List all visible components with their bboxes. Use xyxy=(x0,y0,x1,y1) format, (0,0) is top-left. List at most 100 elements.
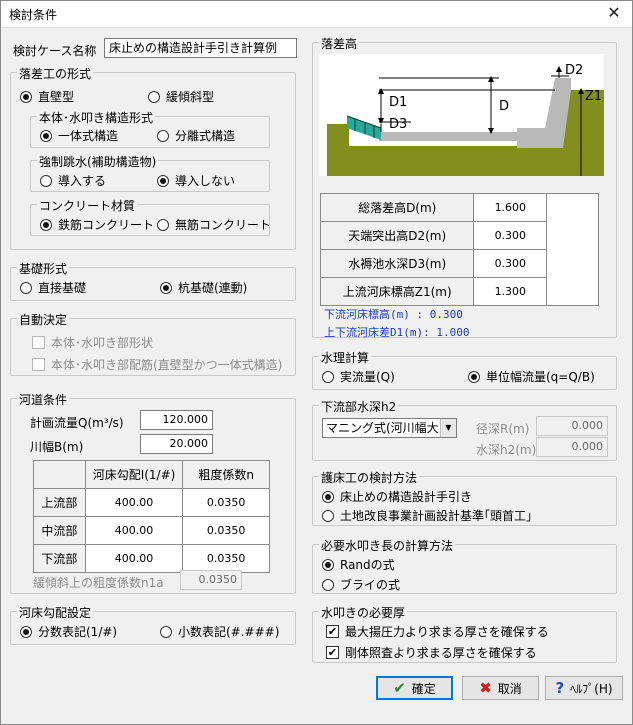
table-header: 粗度係数n xyxy=(182,460,270,489)
select-value: マニング式(河川幅大) xyxy=(326,421,444,435)
radio-label: 一体式構造 xyxy=(58,129,119,143)
radio-label: 杭基礎(連動) xyxy=(178,281,248,295)
radio-dot xyxy=(148,90,160,103)
radio-label: 緩傾斜型 xyxy=(166,90,215,104)
close-icon[interactable]: ✕ xyxy=(601,2,627,24)
roughness-cell[interactable]: 0.0350 xyxy=(182,488,270,517)
radio-unit-flow[interactable]: 単位幅流量(q=Q/B) xyxy=(468,368,595,385)
radio-dot xyxy=(468,370,480,383)
value-cell[interactable]: 1.300 xyxy=(473,277,548,306)
drop-height-table: 総落差高D(m) 1.600 天端突出高D2(m) 0.300 水褥池水深D3(… xyxy=(319,193,599,306)
radio-actual-flow[interactable]: 実流量(Q) xyxy=(322,368,395,385)
table-row: 上流部 400.00 0.0350 xyxy=(33,488,270,517)
table-header xyxy=(33,460,86,489)
radio-integrated[interactable]: 一体式構造 xyxy=(40,127,118,144)
auto-label: 自動決定 xyxy=(17,311,70,328)
channel-label: 河道条件 xyxy=(17,391,70,408)
radio-dot xyxy=(322,490,334,503)
radio-label: 単位幅流量(q=Q/B) xyxy=(486,370,595,384)
check-icon: ✔ xyxy=(326,625,339,638)
row-name: 中流部 xyxy=(33,516,86,545)
manning-select[interactable]: マニング式(河川幅大) ▼ xyxy=(322,418,457,438)
slope-cell[interactable]: 400.00 xyxy=(84,488,184,517)
radio-dot xyxy=(40,174,52,187)
table-header: 河床勾配I(1/#) xyxy=(84,460,184,489)
check-auto-shape[interactable]: 本体･水叩き部形状 xyxy=(32,334,153,351)
radio-dot xyxy=(20,625,32,638)
radio-label: Randの式 xyxy=(340,558,395,572)
foundation-label: 基礎形式 xyxy=(17,260,70,277)
roughness-cell[interactable]: 0.0350 xyxy=(182,544,270,573)
gentle-roughness-label: 緩傾斜上の粗度係数n1a xyxy=(33,576,164,590)
value-cell[interactable]: 1.600 xyxy=(473,193,548,222)
radio-decimal[interactable]: 小数表記(#.###) xyxy=(160,623,279,640)
radio-direct-foundation[interactable]: 直接基礎 xyxy=(20,279,86,296)
roughness-cell[interactable]: 0.0350 xyxy=(182,516,270,545)
radio-jump-install[interactable]: 導入する xyxy=(40,172,106,189)
radio-dot xyxy=(40,218,52,231)
radio-plain[interactable]: 無筋コンクリート xyxy=(157,216,271,233)
radio-vertical-wall[interactable]: 直壁型 xyxy=(20,88,74,105)
radio-fraction[interactable]: 分数表記(1/#) xyxy=(20,623,117,640)
checkbox-box xyxy=(32,336,45,349)
radio-label: 無筋コンクリート xyxy=(175,218,272,232)
radio-label: 分数表記(1/#) xyxy=(38,625,118,639)
radio-bligh[interactable]: ブライの式 xyxy=(322,576,400,593)
case-name-input[interactable]: 床止めの構造設計手引き計算例 xyxy=(104,38,297,58)
slope-cell[interactable]: 400.00 xyxy=(84,544,184,573)
chevron-down-icon[interactable]: ▼ xyxy=(440,419,456,437)
flow-input[interactable]: 120.000 xyxy=(140,410,213,430)
radio-dot xyxy=(157,129,169,142)
confirm-button[interactable]: ✔ 確定 xyxy=(376,676,453,700)
row-label: 天端突出高D2(m) xyxy=(319,221,475,250)
value-cell[interactable]: 0.300 xyxy=(473,221,548,250)
table-row: 水褥池水深D3(m) 0.300 xyxy=(319,249,599,278)
radio-jump-none[interactable]: 導入しない xyxy=(157,172,235,189)
radio-reinforced[interactable]: 鉄筋コンクリート xyxy=(40,216,154,233)
radio-rand[interactable]: Randの式 xyxy=(322,556,395,573)
checkbox-box xyxy=(32,358,45,371)
width-input[interactable]: 20.000 xyxy=(140,434,213,454)
checkbox-label: 本体･水叩き部配筋(直壁型かつ一体式構造) xyxy=(51,358,283,372)
radio-gentle-slope[interactable]: 緩傾斜型 xyxy=(148,88,214,105)
row-name: 下流部 xyxy=(33,544,86,573)
radio-manual[interactable]: 床止めの構造設計手引き xyxy=(322,488,472,505)
radius-label: 径深R(m) xyxy=(476,422,530,436)
radio-separated[interactable]: 分離式構造 xyxy=(157,127,235,144)
help-button[interactable]: ? ﾍﾙﾌﾟ(H) xyxy=(545,676,623,700)
forced-jump-label: 強制跳水(補助構造物) xyxy=(37,153,159,170)
row-name: 上流部 xyxy=(33,488,86,517)
radio-label: 分離式構造 xyxy=(175,129,236,143)
width-label: 川幅B(m) xyxy=(30,440,84,454)
row-label: 上流河床標高Z1(m) xyxy=(319,277,475,306)
check-uplift[interactable]: ✔ 最大揚圧力より求まる厚さを確保する xyxy=(326,623,549,640)
button-label: 確定 xyxy=(411,681,436,696)
channel-table: 河床勾配I(1/#) 粗度係数n 上流部 400.00 0.0350 中流部 4… xyxy=(33,460,270,573)
hydraulic-label: 水理計算 xyxy=(319,349,372,366)
table-row: 上流河床標高Z1(m) 1.300 xyxy=(319,277,599,306)
radio-pile-foundation[interactable]: 杭基礎(連動) xyxy=(160,279,247,296)
apron xyxy=(379,132,539,141)
radio-land-standard[interactable]: 土地改良事業計画設計基準｢頭首工｣ xyxy=(322,507,532,524)
radio-dot xyxy=(40,129,52,142)
label-d: D xyxy=(499,99,509,114)
label-d1: D1 xyxy=(389,95,407,110)
gentle-roughness-input[interactable]: 0.0350 xyxy=(180,570,242,590)
check-icon: ✔ xyxy=(326,646,339,659)
radio-dot xyxy=(20,281,32,294)
depth-input[interactable]: 0.000 xyxy=(536,437,608,457)
case-name-label: 検討ケース名称 xyxy=(13,44,97,58)
slope-cell[interactable]: 400.00 xyxy=(84,516,184,545)
value-cell[interactable]: 0.300 xyxy=(473,249,548,278)
check-rigid[interactable]: ✔ 剛体照査より求まる厚さを確保する xyxy=(326,644,537,661)
radio-label: 直接基礎 xyxy=(38,281,87,295)
check-auto-rebar[interactable]: 本体･水叩き部配筋(直壁型かつ一体式構造) xyxy=(32,356,282,373)
radius-input[interactable]: 0.000 xyxy=(536,416,608,436)
radio-dot xyxy=(322,558,334,571)
radio-dot xyxy=(322,578,334,591)
radio-dot xyxy=(157,174,169,187)
table-row: 下流部 400.00 0.0350 xyxy=(33,544,270,573)
label-d3: D3 xyxy=(389,117,407,132)
radio-dot xyxy=(20,90,32,103)
cancel-button[interactable]: ✖ 取消 xyxy=(462,676,539,700)
